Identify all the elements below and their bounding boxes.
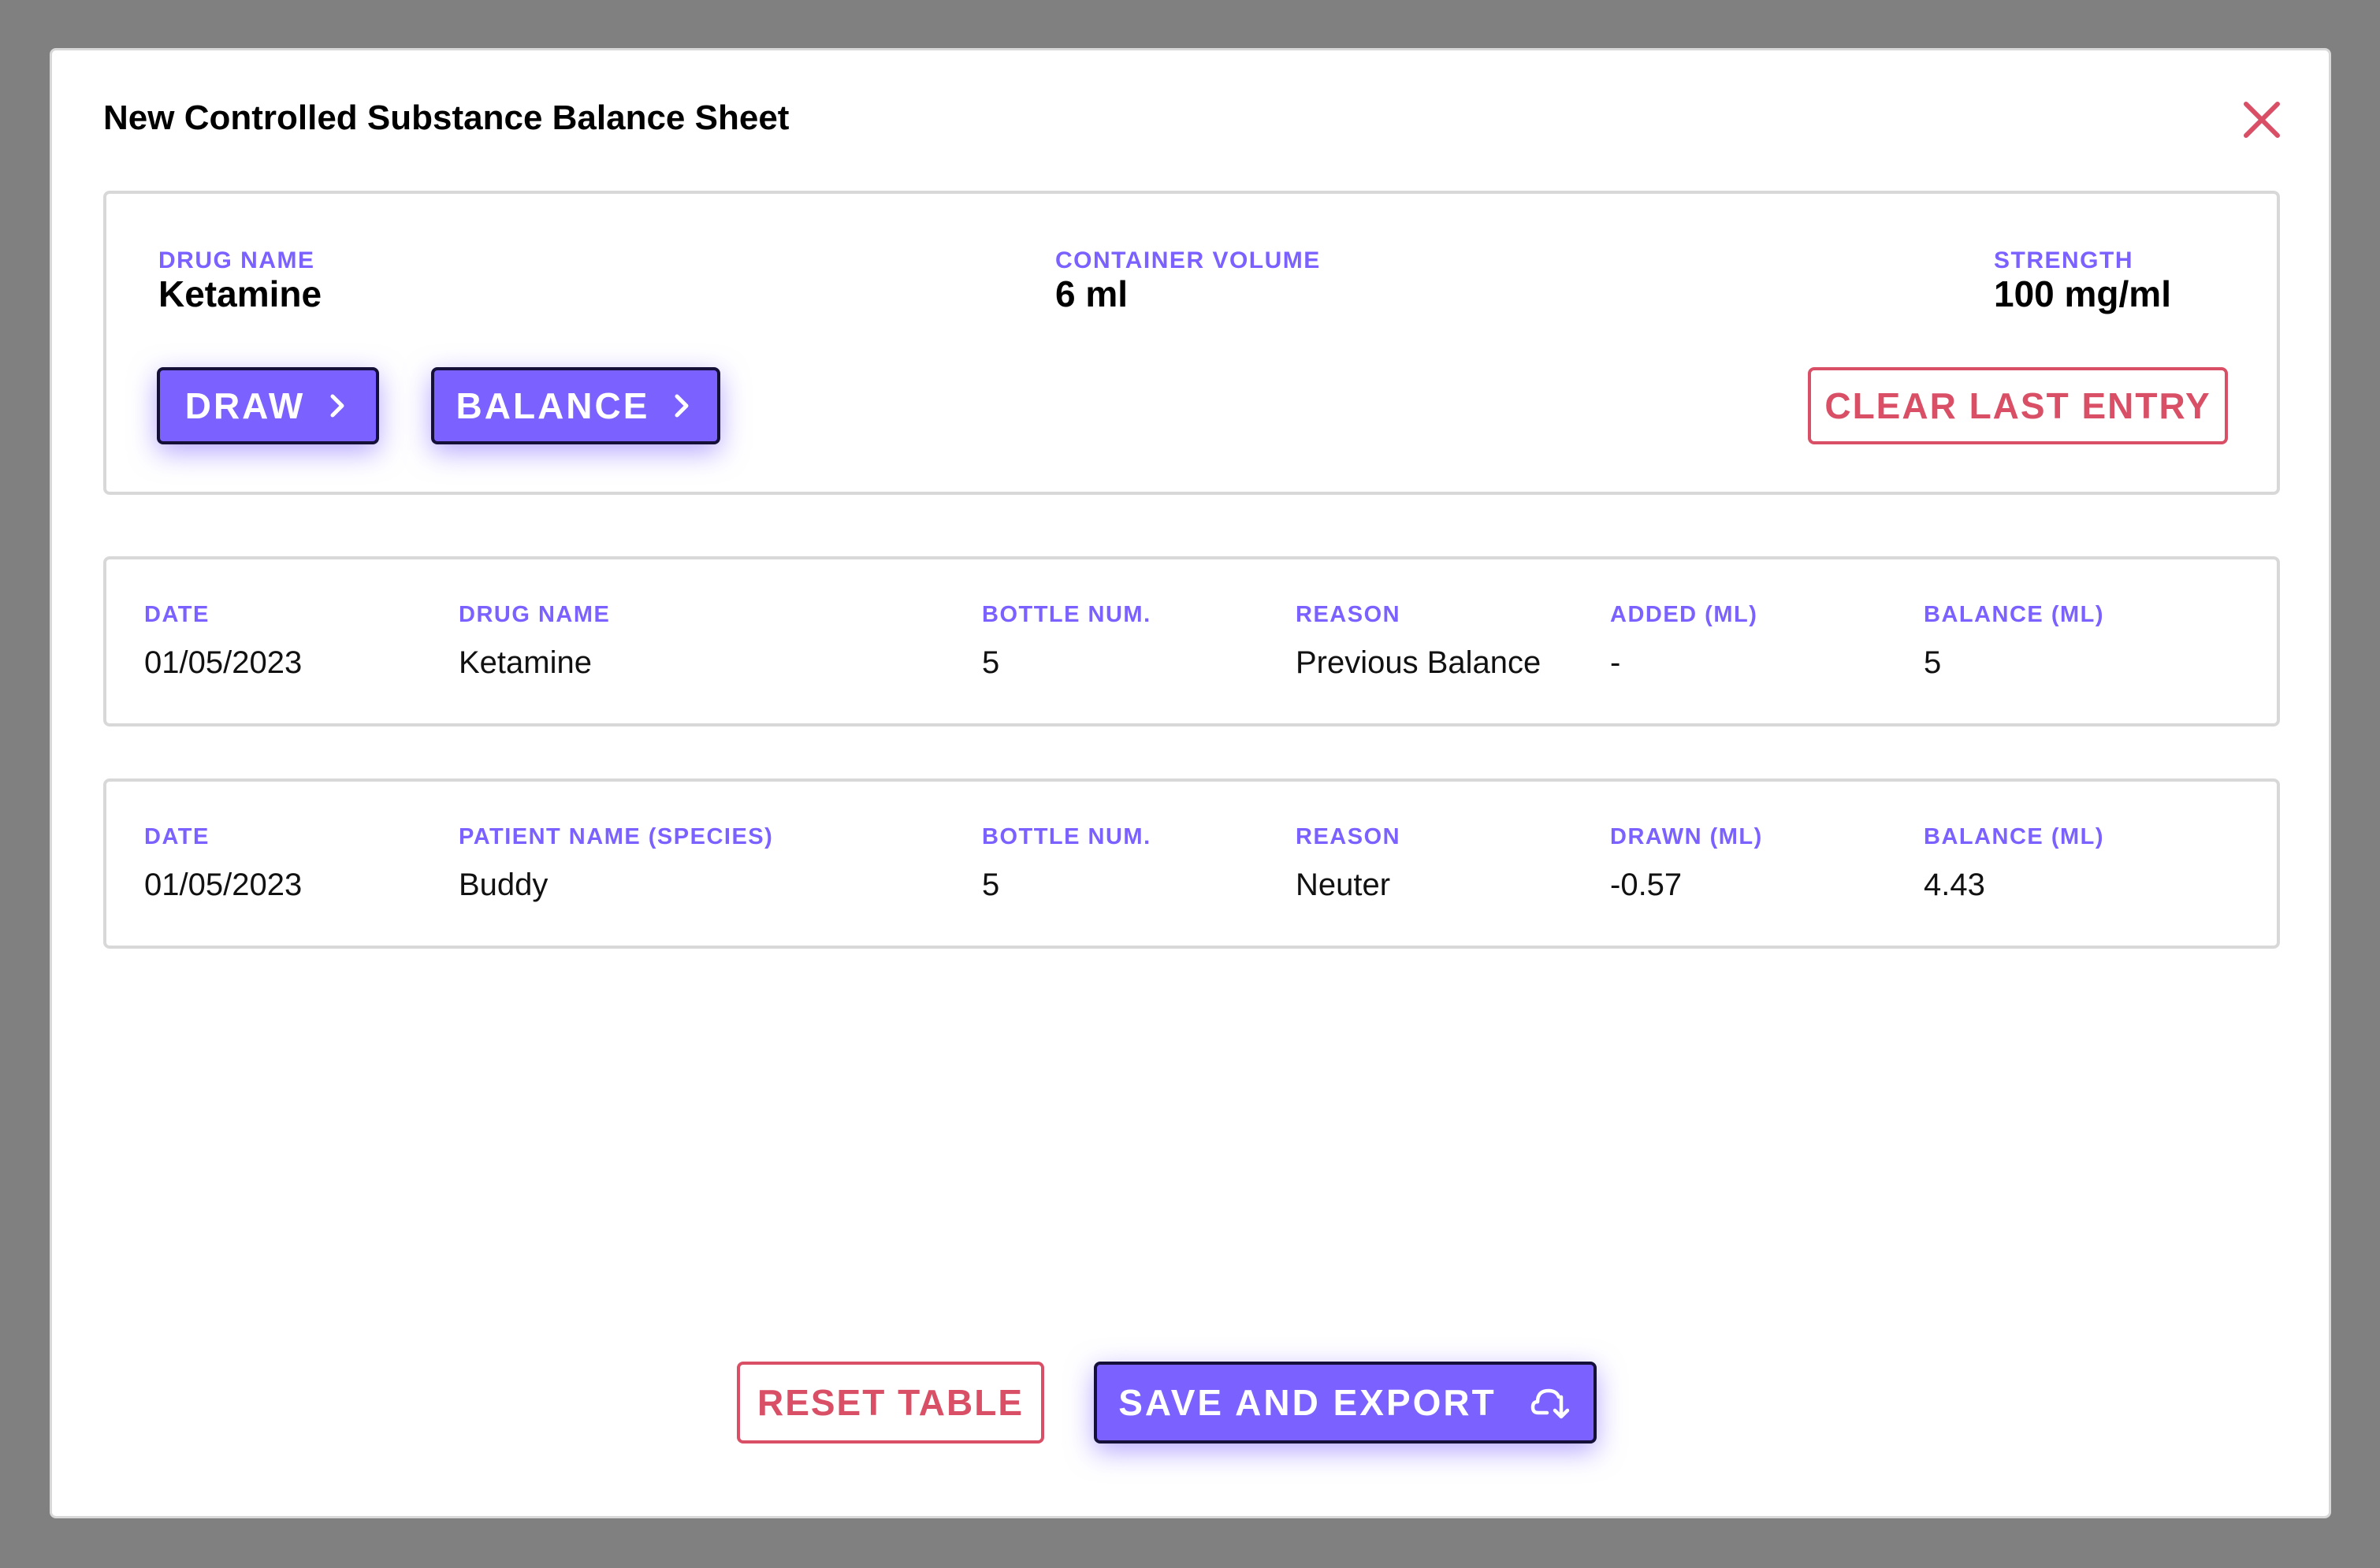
column-header: DRUG NAME bbox=[459, 602, 611, 627]
drug-name-cell: DRUG NAME Ketamine bbox=[459, 602, 610, 681]
entry-row-card: DATE 01/05/2023 DRUG NAME Ketamine BOTTL… bbox=[103, 556, 2280, 726]
cell-value: 01/05/2023 bbox=[144, 645, 303, 680]
strength-field: STRENGTH 100 mg/ml bbox=[1994, 247, 2171, 314]
drawn-cell: DRAWN (ML) -0.57 bbox=[1610, 824, 1763, 903]
cell-value: Ketamine bbox=[459, 645, 592, 680]
close-button[interactable] bbox=[2240, 98, 2284, 142]
column-header: REASON bbox=[1296, 824, 1401, 849]
drug-name-field: DRUG NAME Ketamine bbox=[158, 247, 322, 314]
modal-title: New Controlled Substance Balance Sheet bbox=[103, 98, 790, 137]
reset-table-button[interactable]: RESET TABLE bbox=[737, 1362, 1044, 1444]
strength-value: 100 mg/ml bbox=[1994, 273, 2171, 314]
column-header: DATE bbox=[144, 602, 210, 627]
balance-button[interactable]: BALANCE bbox=[431, 367, 720, 444]
column-header: BALANCE (ML) bbox=[1924, 824, 2105, 849]
cell-value: Neuter bbox=[1296, 868, 1391, 902]
clear-last-entry-button[interactable]: CLEAR LAST ENTRY bbox=[1808, 367, 2228, 444]
reason-cell: REASON Neuter bbox=[1296, 824, 1400, 903]
column-header: DATE bbox=[144, 824, 210, 849]
balance-sheet-modal: New Controlled Substance Balance Sheet D… bbox=[50, 48, 2331, 1518]
draw-button[interactable]: DRAW bbox=[157, 367, 379, 444]
container-volume-label: CONTAINER VOLUME bbox=[1055, 247, 1321, 273]
cell-value: - bbox=[1610, 645, 1621, 680]
save-and-export-label: SAVE AND EXPORT bbox=[1118, 1382, 1497, 1423]
save-and-export-button[interactable]: SAVE AND EXPORT bbox=[1094, 1362, 1597, 1444]
cell-value: Buddy bbox=[459, 868, 549, 902]
export-icon bbox=[1530, 1388, 1569, 1419]
balance-cell: BALANCE (ML) 4.43 bbox=[1924, 824, 2104, 903]
date-cell: DATE 01/05/2023 bbox=[144, 602, 302, 681]
column-header: DRAWN (ML) bbox=[1610, 824, 1763, 849]
cell-value: 5 bbox=[982, 645, 1000, 680]
date-cell: DATE 01/05/2023 bbox=[144, 824, 302, 903]
reset-table-label: RESET TABLE bbox=[757, 1382, 1025, 1423]
balance-button-label: BALANCE bbox=[456, 385, 650, 426]
patient-name-cell: PATIENT NAME (SPECIES) Buddy bbox=[459, 824, 773, 903]
close-icon bbox=[2244, 102, 2280, 138]
column-header: BALANCE (ML) bbox=[1924, 602, 2105, 627]
bottle-num-cell: BOTTLE NUM. 5 bbox=[982, 824, 1151, 903]
container-volume-value: 6 ml bbox=[1055, 273, 1129, 314]
column-header: REASON bbox=[1296, 602, 1401, 627]
container-volume-field: CONTAINER VOLUME 6 ml bbox=[1055, 247, 1321, 314]
entry-row-card: DATE 01/05/2023 PATIENT NAME (SPECIES) B… bbox=[103, 778, 2280, 949]
cell-value: Previous Balance bbox=[1296, 645, 1541, 680]
drug-info-card: DRUG NAME Ketamine CONTAINER VOLUME 6 ml… bbox=[103, 191, 2280, 495]
column-header: ADDED (ML) bbox=[1610, 602, 1758, 627]
column-header: BOTTLE NUM. bbox=[982, 824, 1151, 849]
bottle-num-cell: BOTTLE NUM. 5 bbox=[982, 602, 1151, 681]
cell-value: 01/05/2023 bbox=[144, 868, 303, 902]
balance-cell: BALANCE (ML) 5 bbox=[1924, 602, 2104, 681]
chevron-right-icon bbox=[330, 394, 344, 418]
chevron-right-icon bbox=[675, 394, 689, 418]
strength-label: STRENGTH bbox=[1994, 247, 2133, 273]
cell-value: 5 bbox=[982, 868, 1000, 902]
reason-cell: REASON Previous Balance bbox=[1296, 602, 1541, 681]
cell-value: -0.57 bbox=[1610, 868, 1683, 902]
clear-last-entry-label: CLEAR LAST ENTRY bbox=[1824, 385, 2211, 426]
cell-value: 5 bbox=[1924, 645, 1942, 680]
column-header: BOTTLE NUM. bbox=[982, 602, 1151, 627]
added-cell: ADDED (ML) - bbox=[1610, 602, 1757, 681]
drug-name-label: DRUG NAME bbox=[158, 247, 315, 273]
drug-name-value: Ketamine bbox=[158, 273, 322, 314]
column-header: PATIENT NAME (SPECIES) bbox=[459, 824, 774, 849]
draw-button-label: DRAW bbox=[184, 385, 306, 426]
cell-value: 4.43 bbox=[1924, 868, 1985, 902]
